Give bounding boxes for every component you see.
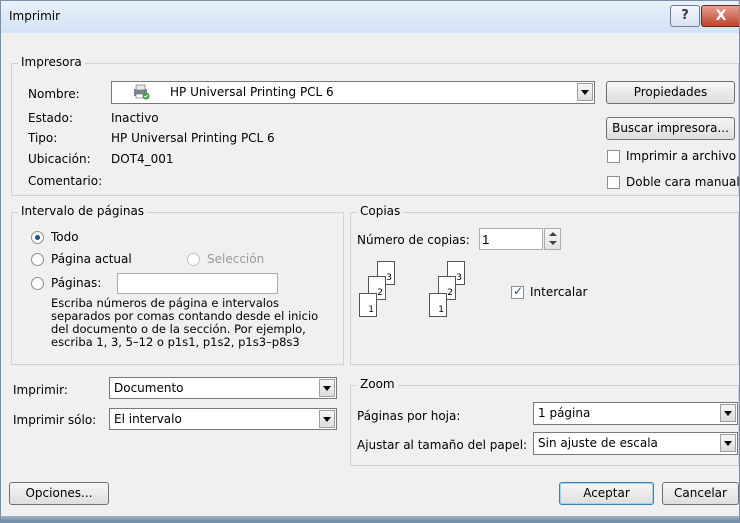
zoom-group-label: Zoom [357, 377, 398, 391]
page-range-help-text: Escriba números de página e intervalos s… [51, 296, 319, 349]
print-to-file-checkbox[interactable] [607, 150, 620, 163]
properties-button[interactable]: Propiedades [606, 81, 735, 104]
spin-down-icon[interactable] [549, 241, 557, 245]
collate-checkbox[interactable] [511, 284, 524, 299]
current-page-radio[interactable] [31, 253, 44, 266]
comment-label: Comentario: [28, 174, 103, 188]
close-button[interactable]: X [701, 5, 739, 27]
print-what-select[interactable]: Documento [109, 377, 337, 399]
print-dialog: Imprimir ? X Impresora Nombre: HP Univer… [0, 0, 740, 523]
help-button[interactable]: ? [670, 5, 700, 27]
printer-name-value: HP Universal Printing PCL 6 [170, 85, 334, 99]
scale-select[interactable]: Sin ajuste de escala [533, 432, 738, 455]
scale-label: Ajustar al tamaño del papel: [357, 438, 528, 452]
page-range-group-label: Intervalo de páginas [18, 204, 148, 218]
pages-per-sheet-value: 1 página [538, 406, 591, 420]
taskbar-strip [1, 516, 739, 522]
copies-group-label: Copias [357, 204, 404, 218]
selection-radio[interactable] [187, 253, 200, 266]
chevron-down-icon[interactable] [319, 379, 335, 397]
print-what-label: Imprimir: [13, 383, 68, 397]
window-title: Imprimir [9, 9, 61, 23]
print-what-value: Documento [114, 381, 184, 395]
manual-duplex-label[interactable]: Doble cara manual [626, 175, 739, 189]
printer-name-select[interactable]: HP Universal Printing PCL 6 [111, 81, 595, 104]
manual-duplex-checkbox[interactable] [607, 176, 620, 189]
printer-icon [132, 84, 150, 100]
copies-count-label: Número de copias: [357, 233, 470, 247]
selection-label: Selección [207, 252, 265, 266]
current-page-label[interactable]: Página actual [51, 252, 132, 266]
find-printer-button[interactable]: Buscar impresora... [606, 117, 735, 140]
scale-value: Sin ajuste de escala [538, 436, 658, 450]
status-label: Estado: [28, 111, 73, 125]
print-only-select[interactable]: El intervalo [109, 408, 337, 430]
page-icon: 1 [429, 293, 447, 317]
ok-button[interactable]: Aceptar [559, 482, 654, 505]
chevron-down-icon[interactable] [319, 410, 335, 428]
copies-spinner[interactable] [544, 228, 561, 250]
location-value: DOT4_001 [111, 152, 174, 166]
page-icon: 1 [359, 293, 377, 317]
chevron-down-icon[interactable] [577, 83, 593, 101]
printer-group-label: Impresora [18, 55, 85, 69]
printer-name-label: Nombre: [28, 87, 80, 101]
all-pages-radio[interactable] [31, 231, 44, 244]
print-only-label: Imprimir sólo: [13, 413, 97, 427]
pages-radio[interactable] [31, 277, 44, 290]
cancel-button[interactable]: Cancelar [662, 482, 739, 505]
type-label: Tipo: [28, 131, 58, 145]
pages-per-sheet-label: Páginas por hoja: [357, 409, 461, 423]
location-label: Ubicación: [28, 152, 91, 166]
print-to-file-label[interactable]: Imprimir a archivo [626, 149, 736, 163]
pages-input[interactable] [117, 273, 278, 294]
options-button[interactable]: Opciones... [9, 482, 109, 505]
all-pages-label[interactable]: Todo [51, 230, 79, 244]
status-value: Inactivo [111, 111, 159, 125]
chevron-down-icon[interactable] [720, 404, 736, 422]
print-only-value: El intervalo [114, 412, 182, 426]
type-value: HP Universal Printing PCL 6 [111, 131, 275, 145]
pages-per-sheet-select[interactable]: 1 página [533, 402, 738, 425]
copies-count-input[interactable] [479, 228, 543, 250]
chevron-down-icon[interactable] [720, 434, 736, 452]
collate-label[interactable]: Intercalar [530, 285, 587, 299]
title-bar: Imprimir ? X [1, 1, 739, 33]
pages-label[interactable]: Páginas: [51, 276, 101, 290]
spin-up-icon[interactable] [549, 232, 557, 236]
